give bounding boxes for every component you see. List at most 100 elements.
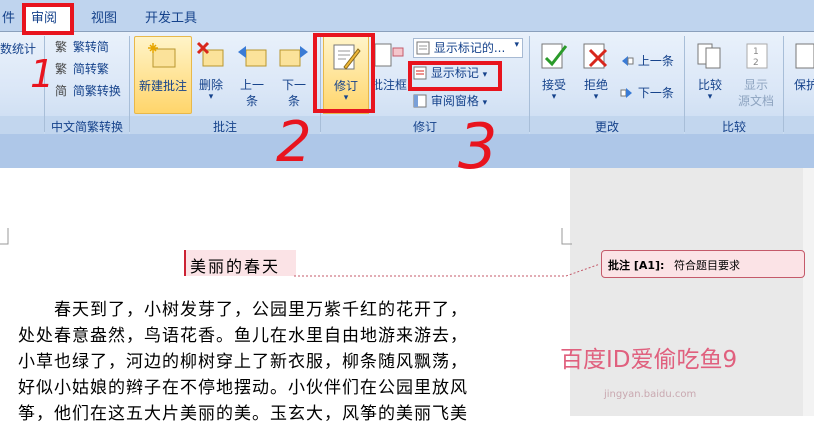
accept-label: 接受	[541, 78, 566, 92]
delete-dropdown-arrow-icon: ▾	[208, 92, 214, 102]
to-simplified-icon: 繁	[55, 39, 67, 54]
compare-label: 比较	[697, 78, 722, 92]
next-change-label: 下一条	[637, 86, 674, 100]
comment-text: 符合题目要求	[674, 259, 740, 272]
svg-text:繁: 繁	[55, 39, 67, 53]
to-traditional-button[interactable]: 繁 简转繁	[55, 60, 109, 77]
group-label-changes: 更改	[594, 120, 619, 134]
accept-dropdown-arrow-icon: ▾	[551, 92, 557, 102]
display-for-review-dropdown[interactable]: 显示标记的... ▾	[413, 38, 523, 58]
delete-comment-button[interactable]: 删除 ▾	[192, 36, 230, 112]
protect-document-button-partial[interactable]: 保护	[794, 76, 814, 93]
reviewing-pane-dropdown-arrow-icon: ▾	[482, 98, 488, 108]
previous-change-button[interactable]: 上一条	[620, 52, 674, 69]
svg-text:1: 1	[753, 47, 759, 57]
annotation-number-3: 3	[458, 110, 498, 183]
show-source-label-line1: 显示	[743, 78, 768, 92]
document-title[interactable]: 美丽的春天	[190, 253, 280, 277]
next-comment-label-line1: 下一	[281, 78, 306, 92]
ribbon-tab-bar: 件 审阅 视图 开发工具	[0, 0, 814, 32]
ribbon-panel: 数统计 繁 繁转简 繁 简转繁 简 简繁转换 中文简繁转换 新建批注 删除 ▾ …	[0, 31, 814, 135]
comment-label: 批注 [A1]:	[608, 259, 665, 272]
watermark-url: jingyan.baidu.com	[604, 389, 697, 400]
group-changes: 接受 ▾ 拒绝 ▾ 上一条 下一条 更改	[530, 34, 684, 134]
group-chinese-conversion: 繁 繁转简 繁 简转繁 简 简繁转换 中文简繁转换	[45, 34, 129, 134]
conversion-label: 简繁转换	[72, 84, 121, 98]
paragraph-line: 好似小姑娘的辫子在不停地摆动。小伙伴们在公园里放风	[18, 378, 468, 398]
accept-button[interactable]: 接受 ▾	[534, 36, 574, 112]
balloons-label: 批注框	[370, 78, 407, 92]
previous-change-icon	[622, 56, 634, 66]
show-source-label-line2: 源文档	[737, 94, 774, 108]
paragraph-line: 小草也绿了，河边的柳树穿上了新衣服，柳条随风飘荡，	[18, 352, 468, 372]
to-traditional-label: 简转繁	[72, 62, 109, 76]
comment-balloon[interactable]: 批注 [A1]: 符合题目要求	[601, 250, 805, 278]
group-compare: 比较 ▾ 1 2 显示 源文档 比较	[685, 34, 783, 134]
balloons-icon	[374, 43, 404, 67]
crop-mark-right	[561, 228, 572, 245]
reject-label: 拒绝	[583, 78, 608, 92]
group-proofing-footer	[0, 116, 44, 134]
new-comment-button[interactable]: 新建批注	[134, 36, 192, 114]
new-comment-icon	[148, 43, 176, 68]
new-comment-label: 新建批注	[138, 79, 187, 93]
paragraph-line: 春天到了，小树发芽了，公园里万紫千红的花开了，	[54, 300, 468, 320]
previous-comment-icon	[238, 46, 267, 67]
next-change-icon	[620, 88, 632, 98]
balloons-button[interactable]: 批注框	[369, 36, 409, 112]
reject-icon	[583, 43, 608, 69]
conversion-icon: 简	[55, 84, 67, 98]
annotation-number-1: 1	[30, 52, 55, 96]
to-simplified-button[interactable]: 繁 繁转简	[55, 38, 109, 55]
reject-button[interactable]: 拒绝 ▾	[576, 36, 616, 112]
accept-icon	[541, 43, 568, 69]
annotation-number-2: 2	[276, 110, 312, 175]
next-comment-icon	[279, 46, 308, 67]
markup-area	[570, 168, 814, 416]
group-label-compare: 比较	[721, 120, 746, 134]
watermark-text: 百度ID爱偷吃鱼9	[560, 347, 738, 373]
group-protect-partial: 保护	[784, 34, 814, 134]
highlight-box-show-markup	[408, 61, 502, 91]
previous-comment-label-line2: 条	[245, 94, 258, 108]
delete-comment-label: 删除	[198, 78, 223, 92]
next-change-button[interactable]: 下一条	[620, 84, 674, 101]
next-comment-label-line2: 条	[287, 94, 300, 108]
reviewing-pane-icon	[413, 94, 427, 108]
svg-text:繁: 繁	[55, 61, 67, 75]
svg-text:简: 简	[55, 84, 67, 97]
vertical-scrollbar[interactable]	[803, 168, 814, 416]
tab-file-partial[interactable]: 件	[2, 7, 15, 26]
crop-mark-left	[0, 228, 9, 245]
highlight-box-review-tab	[22, 3, 74, 35]
previous-change-label: 上一条	[637, 54, 674, 68]
next-comment-button[interactable]: 下一 条	[274, 36, 314, 112]
delete-comment-icon	[196, 41, 224, 67]
svg-text:2: 2	[753, 58, 759, 68]
display-dropdown-arrow-icon: ▾	[514, 40, 519, 50]
display-for-review-value: 显示标记的...	[433, 41, 506, 55]
compare-icon	[697, 43, 721, 69]
highlight-box-track-changes	[313, 33, 375, 113]
paragraph-line: 处处春意盎然，鸟语花香。鱼儿在水里自由地游来游去，	[18, 326, 468, 346]
previous-comment-button[interactable]: 上一 条	[232, 36, 272, 112]
compare-button[interactable]: 比较 ▾	[689, 36, 731, 112]
ribbon-bottom-band	[0, 134, 814, 168]
reject-dropdown-arrow-icon: ▾	[593, 92, 599, 102]
group-label-tracking: 修订	[412, 120, 437, 134]
reviewing-pane-button[interactable]: 审阅窗格 ▾	[413, 92, 487, 109]
comment-connector	[294, 263, 601, 277]
show-source-documents-icon: 1 2	[746, 43, 768, 69]
group-footer	[784, 116, 814, 134]
group-label-chinese-conversion: 中文简繁转换	[50, 120, 123, 134]
display-review-icon	[416, 41, 430, 55]
tab-developer[interactable]: 开发工具	[145, 7, 197, 26]
show-source-documents-button[interactable]: 1 2 显示 源文档	[733, 36, 779, 112]
previous-comment-label-line1: 上一	[239, 78, 264, 92]
to-traditional-icon: 繁	[55, 61, 67, 76]
protect-icon	[795, 43, 814, 69]
tab-view[interactable]: 视图	[91, 7, 117, 26]
conversion-button[interactable]: 简 简繁转换	[55, 82, 121, 99]
to-simplified-label: 繁转简	[72, 40, 109, 54]
reviewing-pane-label: 审阅窗格	[430, 94, 479, 108]
